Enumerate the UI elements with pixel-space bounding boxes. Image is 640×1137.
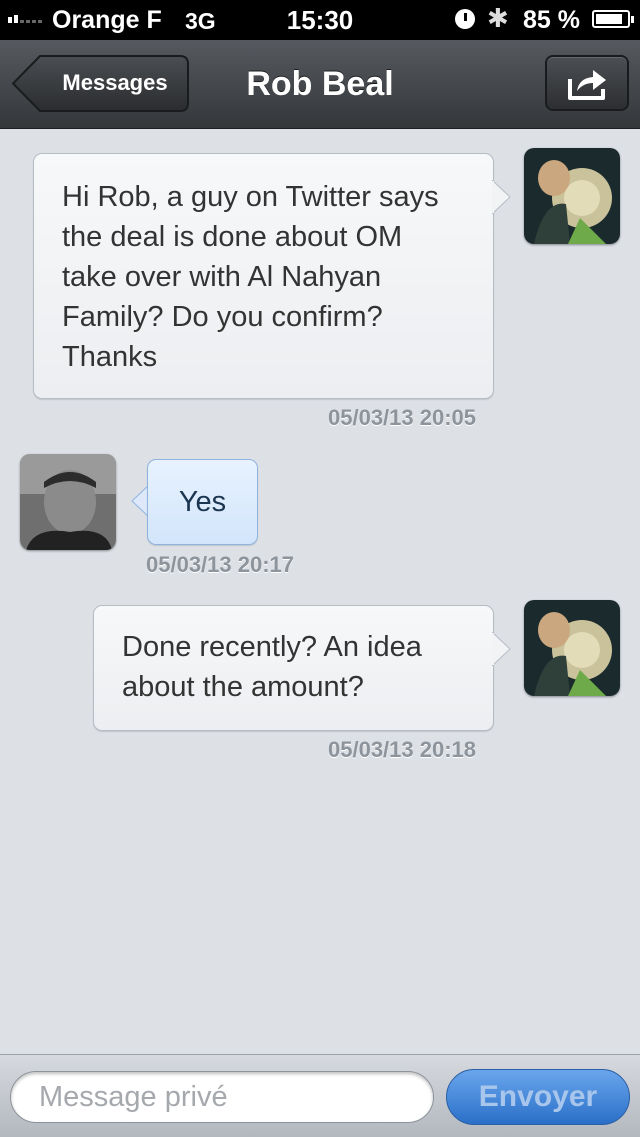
bubble-tail	[492, 180, 511, 214]
message-timestamp: 05/03/13 20:17	[146, 552, 295, 577]
avatar-sender[interactable]	[524, 148, 620, 244]
alarm-clock-icon	[455, 9, 475, 29]
navigation-bar: Messages Rob Beal	[0, 40, 640, 129]
message-input[interactable]	[10, 1071, 434, 1123]
back-button[interactable]: Messages	[12, 55, 189, 112]
message-text: Done recently? An idea about the amount?	[122, 631, 422, 703]
message-composer: Envoyer	[0, 1054, 640, 1137]
bubble-tail	[492, 632, 511, 666]
share-button[interactable]	[545, 55, 629, 111]
avatar-sender[interactable]	[524, 600, 620, 696]
conversation-title: Rob Beal	[246, 65, 394, 103]
avatar-contact[interactable]	[20, 454, 116, 550]
bluetooth-icon: ✱	[487, 3, 509, 33]
message-bubble-outgoing[interactable]: Hi Rob, a guy on Twitter says the deal i…	[33, 153, 494, 399]
message-text: Hi Rob, a guy on Twitter says the deal i…	[62, 181, 439, 373]
message-timestamp: 05/03/13 20:05	[328, 405, 477, 430]
message-bubble-incoming[interactable]: Yes	[147, 459, 258, 545]
share-icon	[568, 70, 606, 100]
battery-icon	[592, 10, 634, 28]
message-bubble-outgoing[interactable]: Done recently? An idea about the amount?	[93, 605, 494, 731]
back-button-label: Messages	[62, 70, 168, 95]
status-bar: Orange F 3G 15:30 ✱ 85 %	[0, 0, 640, 40]
message-timestamp: 05/03/13 20:18	[328, 737, 477, 762]
send-button[interactable]: Envoyer	[446, 1069, 630, 1125]
battery-percentage: 85 %	[523, 6, 580, 34]
message-text: Yes	[178, 486, 227, 518]
